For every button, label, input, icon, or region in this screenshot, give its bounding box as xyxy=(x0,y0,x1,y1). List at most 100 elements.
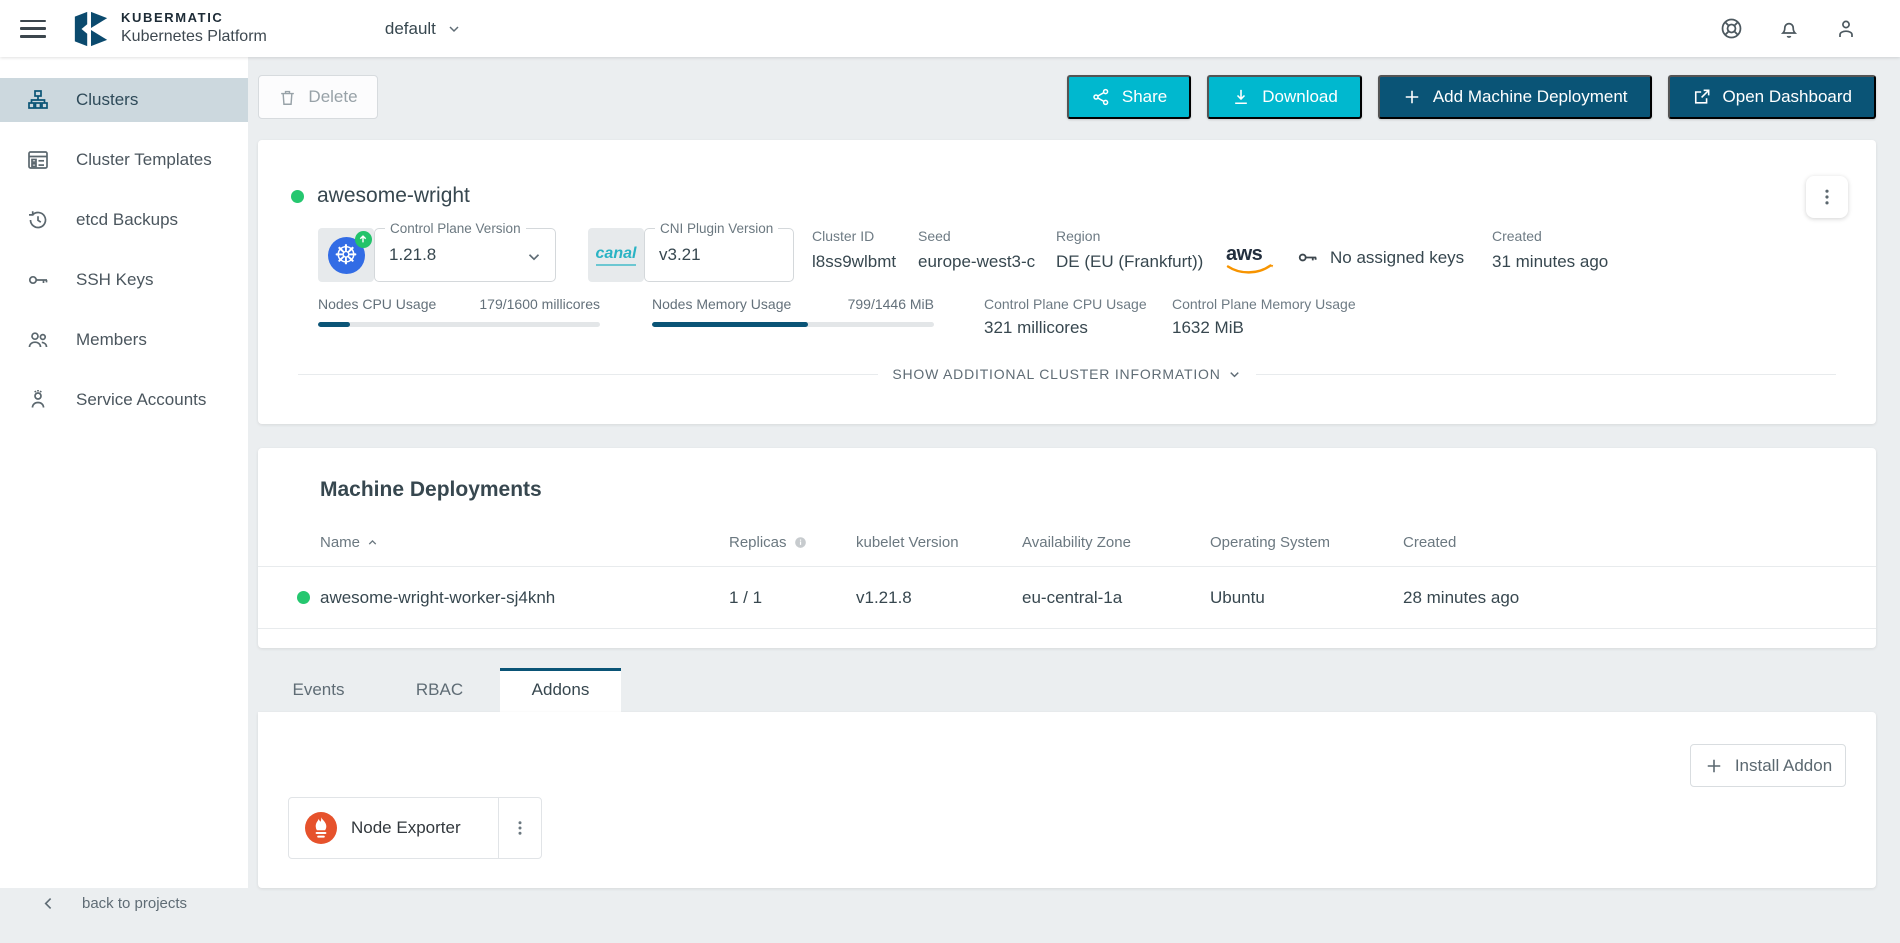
machine-deployment-row[interactable]: awesome-wright-worker-sj4knh 1 / 1 v1.21… xyxy=(258,567,1876,628)
sidebar: Clusters Cluster Templates etcd Backups … xyxy=(0,57,248,888)
seed-block: Seed europe-west3-c xyxy=(918,228,1035,272)
delete-button[interactable]: Delete xyxy=(258,75,378,119)
sidebar-item-label: Service Accounts xyxy=(76,390,206,410)
machine-deployments-table-header: Name Replicas kubelet Version Availabili… xyxy=(258,534,1876,551)
open-dashboard-button[interactable]: Open Dashboard xyxy=(1668,75,1876,119)
canal-icon: canal xyxy=(588,228,644,282)
external-link-icon xyxy=(1692,87,1712,107)
chevron-down-icon xyxy=(446,21,462,37)
region-block: Region DE (EU (Frankfurt)) xyxy=(1056,228,1203,272)
download-icon xyxy=(1231,87,1251,107)
cni-plugin-version-control: canal CNI Plugin Version v3.21 xyxy=(588,228,794,282)
seed-value: europe-west3-c xyxy=(918,252,1035,272)
aws-provider-icon: aws xyxy=(1226,244,1274,276)
help-icon[interactable] xyxy=(1719,16,1744,41)
cluster-status-dot xyxy=(291,190,304,203)
upgrade-available-icon xyxy=(355,231,372,248)
brand-product: Kubernetes Platform xyxy=(121,27,267,47)
sidebar-item-members[interactable]: Members xyxy=(0,318,248,362)
control-plane-version-control: ☸ Control Plane Version 1.21.8 xyxy=(318,228,556,282)
kebab-icon xyxy=(1817,187,1837,207)
history-icon xyxy=(26,208,50,232)
md-kubelet-version: v1.21.8 xyxy=(856,588,1022,608)
toolbar-actions: Share Download Add Machine Deployment Op… xyxy=(1067,75,1876,119)
column-header-name[interactable]: Name xyxy=(320,534,729,551)
sidebar-item-clusters[interactable]: Clusters xyxy=(0,78,248,122)
machine-deployments-title: Machine Deployments xyxy=(320,478,542,502)
key-icon xyxy=(1296,246,1319,269)
kebab-icon xyxy=(511,819,529,837)
cluster-templates-icon xyxy=(26,148,50,172)
download-button[interactable]: Download xyxy=(1207,75,1362,119)
cluster-id-block: Cluster ID l8ss9wlbmt xyxy=(812,228,896,272)
chevron-down-icon xyxy=(525,248,543,266)
md-name: awesome-wright-worker-sj4knh xyxy=(320,588,729,608)
md-created: 28 minutes ago xyxy=(1403,588,1876,608)
prometheus-icon xyxy=(305,812,337,844)
chevron-down-icon xyxy=(1227,367,1242,382)
project-selector[interactable]: default xyxy=(385,19,462,39)
column-header-replicas[interactable]: Replicas xyxy=(729,534,856,551)
md-replicas: 1 / 1 xyxy=(729,588,856,608)
show-additional-cluster-information-link[interactable]: SHOW ADDITIONAL CLUSTER INFORMATION xyxy=(892,366,1241,382)
share-icon xyxy=(1091,87,1111,107)
ssh-keys-value: No assigned keys xyxy=(1330,248,1464,268)
cluster-id-value: l8ss9wlbmt xyxy=(812,252,896,272)
cluster-created-block: Created 31 minutes ago xyxy=(1492,228,1608,272)
nodes-cpu-usage: Nodes CPU Usage 179/1600 millicores xyxy=(318,296,600,327)
key-icon xyxy=(26,268,50,292)
sidebar-item-label: Cluster Templates xyxy=(76,150,212,170)
notifications-icon[interactable] xyxy=(1777,17,1801,41)
sidebar-item-ssh-keys[interactable]: SSH Keys xyxy=(0,258,248,302)
menu-icon[interactable] xyxy=(20,20,46,38)
control-plane-memory-usage: Control Plane Memory Usage 1632 MiB xyxy=(1172,296,1392,338)
column-header-created[interactable]: Created xyxy=(1403,534,1876,551)
top-bar: KUBERMATIC Kubernetes Platform default xyxy=(0,0,1900,57)
install-addon-button[interactable]: Install Addon xyxy=(1690,744,1846,787)
cni-plugin-version-select[interactable]: CNI Plugin Version v3.21 xyxy=(644,228,794,282)
region-value: DE (EU (Frankfurt)) xyxy=(1056,252,1203,272)
cluster-name: awesome-wright xyxy=(317,184,470,208)
control-plane-cpu-usage: Control Plane CPU Usage 321 millicores xyxy=(984,296,1164,338)
ssh-keys-block: No assigned keys xyxy=(1296,246,1464,269)
sidebar-item-cluster-templates[interactable]: Cluster Templates xyxy=(0,138,248,182)
cluster-created-value: 31 minutes ago xyxy=(1492,252,1608,272)
row-status-dot xyxy=(297,591,310,604)
addons-panel: Install Addon Node Exporter xyxy=(258,712,1876,888)
control-plane-cpu-value: 321 millicores xyxy=(984,318,1164,338)
back-to-projects-link[interactable]: back to projects xyxy=(40,895,187,912)
md-operating-system: Ubuntu xyxy=(1210,588,1403,608)
addon-menu-button[interactable] xyxy=(499,819,541,837)
sidebar-item-service-accounts[interactable]: Service Accounts xyxy=(0,378,248,422)
tab-rbac[interactable]: RBAC xyxy=(379,668,500,712)
sidebar-item-label: Members xyxy=(76,330,147,350)
add-machine-deployment-button[interactable]: Add Machine Deployment xyxy=(1378,75,1652,119)
plus-icon xyxy=(1402,87,1422,107)
user-icon[interactable] xyxy=(1834,17,1858,41)
sidebar-item-label: etcd Backups xyxy=(76,210,178,230)
sidebar-item-label: SSH Keys xyxy=(76,270,153,290)
column-header-kubelet-version[interactable]: kubelet Version xyxy=(856,534,1022,551)
tab-addons[interactable]: Addons xyxy=(500,668,621,712)
nodes-memory-usage: Nodes Memory Usage 799/1446 MiB xyxy=(652,296,934,327)
tab-events[interactable]: Events xyxy=(258,668,379,712)
addon-card-node-exporter: Node Exporter xyxy=(288,797,542,859)
share-button[interactable]: Share xyxy=(1067,75,1191,119)
cluster-menu-button[interactable] xyxy=(1806,176,1848,218)
kubernetes-icon: ☸ xyxy=(318,228,374,282)
brand-name: KUBERMATIC xyxy=(121,10,267,26)
chevron-left-icon xyxy=(40,895,57,912)
service-accounts-icon xyxy=(26,388,50,412)
nodes-cpu-usage-value: 179/1600 millicores xyxy=(479,296,600,312)
column-header-availability-zone[interactable]: Availability Zone xyxy=(1022,534,1210,551)
nodes-memory-usage-value: 799/1446 MiB xyxy=(848,296,934,312)
sidebar-item-etcd-backups[interactable]: etcd Backups xyxy=(0,198,248,242)
project-name: default xyxy=(385,19,436,39)
cluster-card: awesome-wright ☸ Control Plane Version 1… xyxy=(258,140,1876,424)
addon-name: Node Exporter xyxy=(351,818,498,838)
plus-icon xyxy=(1704,756,1724,776)
column-header-operating-system[interactable]: Operating System xyxy=(1210,534,1403,551)
sidebar-item-label: Clusters xyxy=(76,90,138,110)
info-icon xyxy=(793,535,808,550)
control-plane-version-select[interactable]: Control Plane Version 1.21.8 xyxy=(374,228,556,282)
